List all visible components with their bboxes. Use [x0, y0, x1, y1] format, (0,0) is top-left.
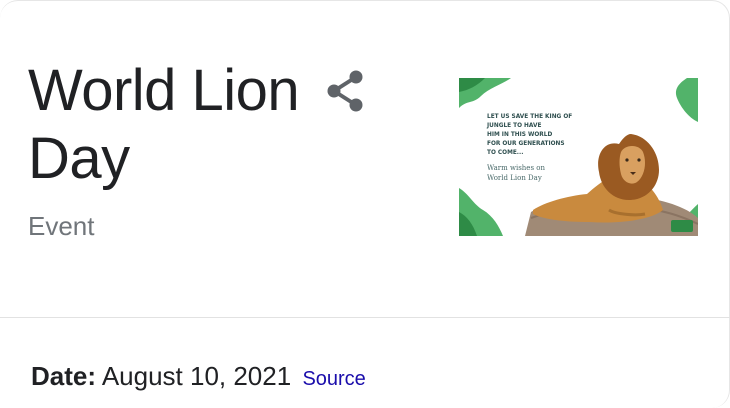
lion-poster-image: LET US SAVE THE KING OF JUNGLE TO HAVE H… — [459, 78, 698, 236]
event-thumbnail[interactable]: LET US SAVE THE KING OF JUNGLE TO HAVE H… — [459, 78, 698, 236]
share-icon — [327, 70, 363, 112]
poster-headline-line: LET US SAVE THE KING OF — [487, 114, 572, 120]
knowledge-panel: World Lion Day Event LET US SAVE THE KIN… — [0, 0, 730, 408]
title-line-1: World Lion — [28, 58, 300, 123]
entity-type-label: Event — [28, 211, 95, 241]
title-line-1-row: World Lion — [28, 57, 428, 125]
poster-wishes-line: Warm wishes on — [487, 164, 545, 172]
page-title: World Lion Day — [28, 57, 428, 193]
date-value: August 10, 2021 — [101, 361, 292, 391]
share-button[interactable] — [323, 69, 367, 113]
poster-headline-line: TO COME... — [487, 150, 523, 156]
source-link[interactable]: Source — [302, 368, 365, 390]
panel-header: World Lion Day Event — [28, 57, 428, 242]
date-fact-row: Date: August 10, 2021 Source — [31, 361, 366, 392]
date-label: Date: — [31, 361, 97, 391]
poster-headline-line: JUNGLE TO HAVE — [486, 123, 541, 129]
poster-headline-line: FOR OUR GENERATIONS — [487, 141, 565, 147]
poster-headline-line: HIM IN THIS WORLD — [487, 132, 552, 138]
poster-wishes-line: World Lion Day — [487, 174, 542, 182]
title-line-2: Day — [28, 126, 130, 191]
section-divider — [0, 317, 730, 318]
